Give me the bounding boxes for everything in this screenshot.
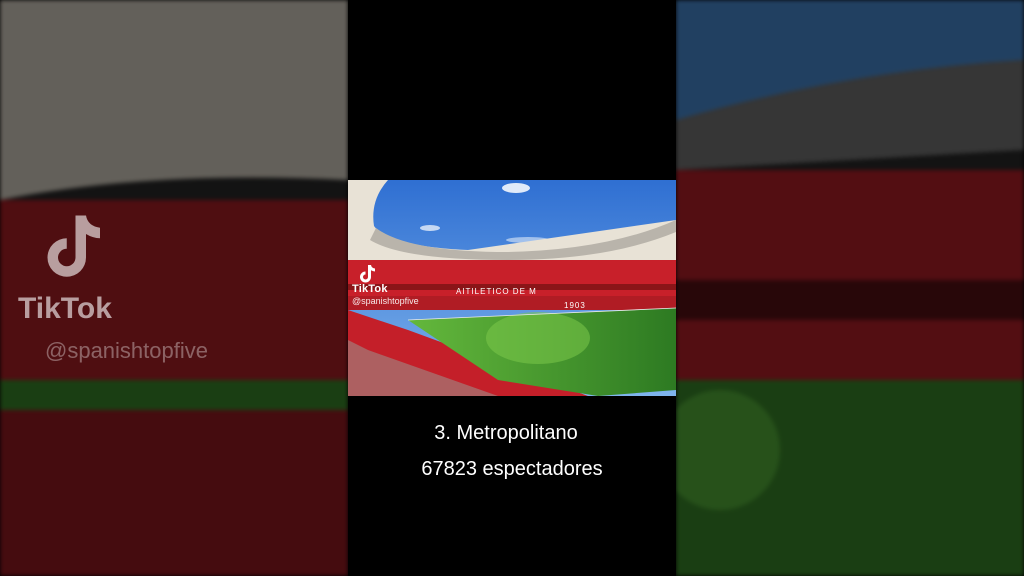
background-tiktok-username: @spanishtopfive [45,338,208,363]
background-tiktok-logo-icon [40,212,104,287]
video-frame[interactable]: AITILETICO DE M 1903 TikTok @spanishtopf… [348,0,676,576]
background-tiktok-label: TikTok [18,292,112,325]
background-blur-right [676,0,1024,576]
caption-subtitle: 67823 espectadores [421,458,603,480]
stadium-banner-year: 1903 [564,301,586,310]
tiktok-watermark: TikTok @spanishtopfive [352,264,419,306]
background-blur-left [0,0,348,576]
stadium-banner-text: AITILETICO DE M [456,287,537,296]
tiktok-logo-icon [360,265,375,283]
background-stadium-image [0,0,348,576]
caption-title: 3. Metropolitano [434,422,578,444]
tiktok-username: @spanishtopfive [352,296,419,306]
tiktok-label: TikTok [352,283,388,295]
